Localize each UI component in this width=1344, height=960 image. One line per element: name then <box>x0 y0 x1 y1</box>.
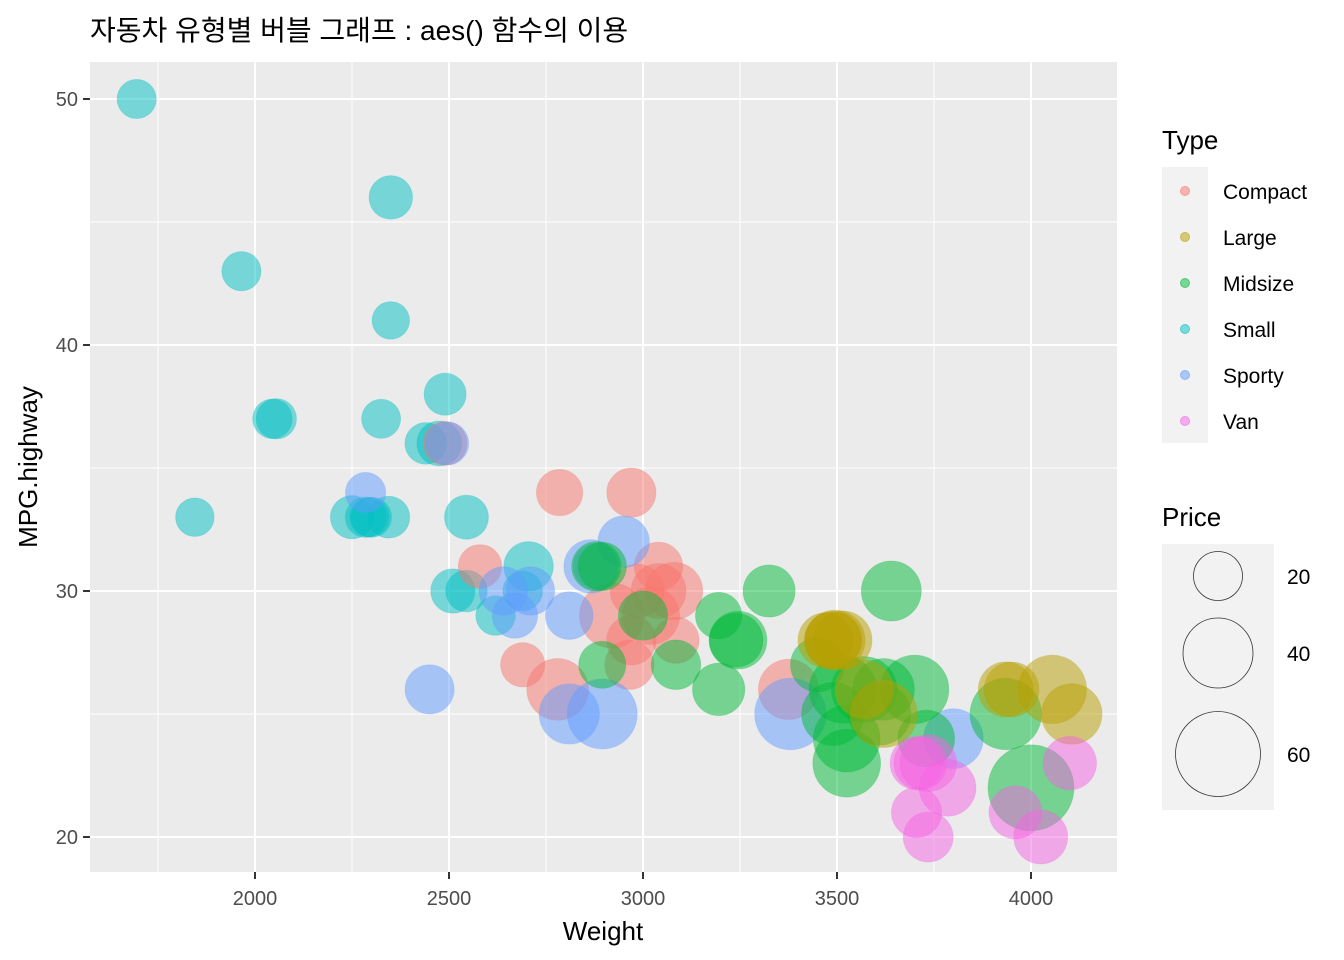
data-point <box>444 494 489 540</box>
x-tick-label: 3000 <box>621 888 666 910</box>
data-point <box>1041 683 1103 745</box>
y-tick-label: 40 <box>56 335 78 357</box>
data-point <box>345 472 387 514</box>
data-point <box>175 497 215 537</box>
data-point <box>1013 809 1069 865</box>
x-tick-label: 3500 <box>815 888 860 910</box>
y-axis: 20 30 40 50 <box>56 89 90 849</box>
data-point <box>804 612 862 669</box>
legend-label: Compact <box>1223 181 1307 204</box>
legend-label: Small <box>1223 319 1276 342</box>
data-point <box>423 372 467 416</box>
data-point <box>371 301 410 340</box>
data-point <box>692 662 746 717</box>
price-legend-title: Price <box>1162 502 1221 532</box>
x-axis-title: Weight <box>563 916 644 946</box>
y-tick-label: 50 <box>56 89 78 111</box>
type-legend-title: Type <box>1162 125 1218 155</box>
data-point <box>425 421 470 466</box>
legend-key-dot <box>1180 232 1190 242</box>
data-point <box>918 759 977 817</box>
data-point <box>577 541 627 591</box>
data-point <box>742 564 796 618</box>
legend-label: Midsize <box>1223 273 1294 296</box>
y-tick-label: 30 <box>56 581 78 603</box>
chart-title: 자동차 유형별 버블 그래프 : aes() 함수의 이용 <box>90 15 628 46</box>
legend-size-label: 20 <box>1287 566 1310 589</box>
x-tick-label: 4000 <box>1009 888 1054 910</box>
x-tick-label: 2500 <box>427 888 472 910</box>
data-point <box>708 612 764 668</box>
data-point <box>368 175 413 220</box>
y-tick-label: 20 <box>56 827 78 849</box>
data-point <box>116 78 157 120</box>
data-point <box>860 560 922 622</box>
data-point <box>545 591 594 640</box>
data-point <box>606 467 657 518</box>
data-point <box>578 640 627 689</box>
type-legend-keys-background <box>1162 167 1208 443</box>
legend-key-dot <box>1180 324 1190 334</box>
x-tick-label: 2000 <box>233 888 278 910</box>
y-axis-title: MPG.highway <box>13 386 43 548</box>
data-point <box>252 398 293 439</box>
bubble-chart: 자동차 유형별 버블 그래프 : aes() 함수의 이용 2000 2500 30… <box>13 15 1310 946</box>
legend-label: Van <box>1223 411 1259 434</box>
data-point <box>404 664 455 715</box>
data-point <box>834 659 894 720</box>
legend-label: Large <box>1223 227 1277 250</box>
legend-key-dot <box>1180 278 1190 288</box>
price-legend: Price 20 40 60 <box>1162 502 1310 810</box>
data-point <box>361 398 402 439</box>
type-legend: Type Compact Large Midsize Small Sporty Van <box>1162 125 1307 443</box>
x-axis: 2000 2500 3000 3500 4000 <box>233 872 1054 910</box>
data-point <box>535 468 584 517</box>
legend-key-dot <box>1180 186 1190 196</box>
data-point <box>538 683 600 745</box>
legend-size-label: 40 <box>1287 643 1310 666</box>
legend-size-label: 60 <box>1287 744 1310 767</box>
legend-key-dot <box>1180 370 1190 380</box>
data-point <box>1042 736 1097 791</box>
data-point <box>491 592 538 639</box>
data-point <box>221 251 262 292</box>
legend-key-dot <box>1180 416 1190 426</box>
legend-label: Sporty <box>1223 365 1284 388</box>
data-point <box>617 590 669 641</box>
